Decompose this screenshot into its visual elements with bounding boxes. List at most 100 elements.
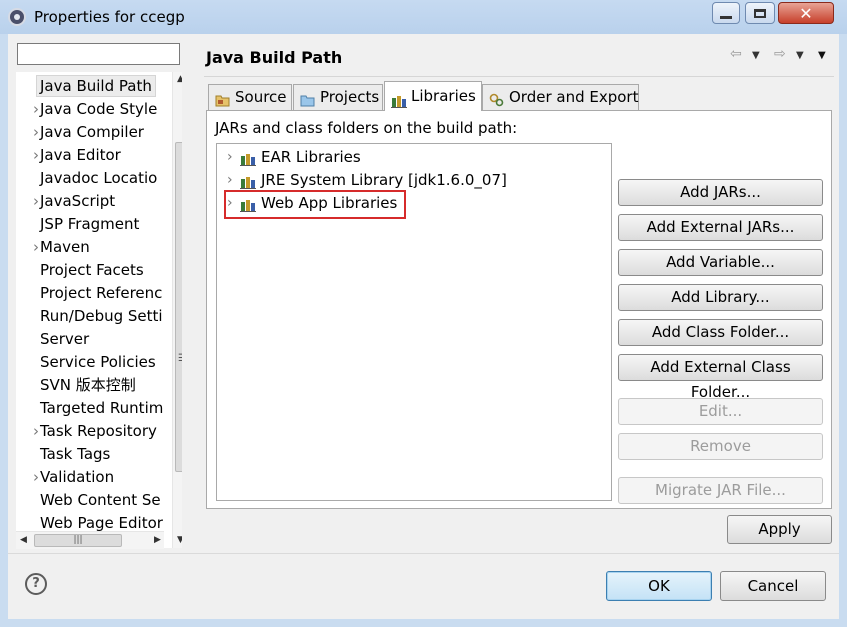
title-bar: Properties for ccegp ✕ [0,0,847,34]
tab-label: Libraries [411,87,476,105]
nav-item-label: Task Repository [40,422,157,440]
footer-divider [8,553,839,554]
tree-horizontal-scrollbar[interactable]: ◀ ||| ▶ [16,531,164,549]
libraries-tree: › EAR Libraries › JRE System Library [jdk1.… [216,143,612,501]
grip-icon: ☰ [178,353,182,364]
tab-label: Projects [320,88,380,106]
remove-button[interactable]: Remove [618,433,823,460]
nav-item-label: Java Compiler [40,123,144,141]
projects-folder-icon [300,90,315,107]
back-menu-icon[interactable]: ▼ [752,50,760,61]
expand-arrow-icon[interactable]: › [227,146,233,168]
nav-item[interactable]: JSP Fragment [16,213,172,235]
nav-item-label: JSP Fragment [40,215,140,233]
nav-item[interactable]: Project Referenc [16,282,172,304]
scroll-right-arrow-icon[interactable]: ▶ [154,535,161,545]
nav-item-label: Java Build Path [36,75,156,97]
nav-item-label: Java Code Style [40,100,158,118]
close-button[interactable]: ✕ [778,2,834,24]
page-navigation: ⇦ ▼ ⇨ ▼ ▼ [730,46,830,66]
horizontal-scroll-thumb[interactable]: ||| [34,534,122,547]
nav-item[interactable]: › Maven [16,236,172,258]
view-menu-icon[interactable]: ▼ [818,50,826,61]
add-variable-button[interactable]: Add Variable... [618,249,823,276]
edit-button[interactable]: Edit... [618,398,823,425]
nav-item-label: Server [40,330,90,348]
tab-source[interactable]: Source [208,84,292,110]
minimize-icon [713,3,739,23]
cancel-button[interactable]: Cancel [720,571,826,601]
order-export-icon [489,90,504,107]
forward-menu-icon[interactable]: ▼ [796,50,804,61]
scroll-left-arrow-icon[interactable]: ◀ [20,535,27,545]
nav-item-label: Project Referenc [40,284,163,302]
scroll-thumb[interactable]: ☰ [175,142,182,472]
nav-item[interactable]: Targeted Runtim [16,397,172,419]
tab-projects[interactable]: Projects [293,84,383,110]
library-item[interactable]: › EAR Libraries [217,146,607,168]
library-item[interactable]: › JRE System Library [jdk1.6.0_07] [217,169,607,191]
source-folder-icon [215,90,230,107]
nav-item[interactable]: Web Content Se [16,489,172,511]
filter-input[interactable] [17,43,180,65]
forward-arrow-icon[interactable]: ⇨ [774,46,786,62]
add-external-class-folder-button[interactable]: Add External Class Folder... [618,354,823,401]
minimize-button[interactable] [712,2,740,24]
nav-item[interactable]: Run/Debug Setti [16,305,172,327]
nav-item[interactable]: › Java Code Style [16,98,172,120]
add-class-folder-button[interactable]: Add Class Folder... [618,319,823,346]
nav-item-label: Validation [40,468,115,486]
nav-item-label: Run/Debug Setti [40,307,163,325]
library-label: EAR Libraries [261,148,361,166]
libraries-tab-panel: JARs and class folders on the build path… [206,110,832,509]
nav-item[interactable]: › Validation [16,466,172,488]
highlight-annotation [224,190,406,219]
nav-item[interactable]: Server [16,328,172,350]
add-library-button[interactable]: Add Library... [618,284,823,311]
nav-item-label: Targeted Runtim [40,399,164,417]
migrate-jar-file-button[interactable]: Migrate JAR File... [618,477,823,504]
eclipse-icon [8,8,26,26]
nav-item[interactable]: › Java Compiler [16,121,172,143]
library-icon [240,150,256,166]
nav-item[interactable]: Service Policies [16,351,172,373]
nav-item-label: Web Content Se [40,491,161,509]
nav-item-label: Javadoc Locatio [40,169,158,187]
nav-item-label: JavaScript [40,192,116,210]
tab-order-and-export[interactable]: Order and Export [482,84,639,110]
nav-item[interactable]: › JavaScript [16,190,172,212]
page-title: Java Build Path [206,48,343,67]
libraries-icon [391,89,407,108]
scroll-up-arrow-icon[interactable]: ▲ [177,74,182,84]
tab-label: Order and Export [509,88,639,106]
expand-arrow-icon[interactable]: › [227,169,233,191]
library-icon [240,173,256,189]
nav-item[interactable]: Project Facets [16,259,172,281]
nav-item[interactable]: › Task Repository [16,420,172,442]
tree-vertical-scrollbar[interactable]: ▲ ☰ ▼ [172,72,182,548]
add-jars-button[interactable]: Add JARs... [618,179,823,206]
apply-button[interactable]: Apply [727,515,832,544]
dialog-body: Java Build Path › Java Code Style › Java Com… [8,34,839,619]
nav-item[interactable]: › Java Editor [16,144,172,166]
help-icon[interactable]: ? [25,573,47,595]
preference-tree: Java Build Path › Java Code Style › Java Com… [16,72,182,548]
library-label: JRE System Library [jdk1.6.0_07] [261,171,507,189]
back-arrow-icon[interactable]: ⇦ [730,46,742,62]
build-path-label: JARs and class folders on the build path… [215,119,518,137]
maximize-icon [746,3,774,23]
nav-item[interactable]: Java Build Path [16,75,172,97]
tab-libraries[interactable]: Libraries [384,81,482,111]
header-divider [204,76,834,77]
scroll-down-arrow-icon[interactable]: ▼ [177,535,182,545]
nav-item-label: Project Facets [40,261,144,279]
nav-item-label: Java Editor [40,146,121,164]
nav-item[interactable]: Javadoc Locatio [16,167,172,189]
nav-item-label: Service Policies [40,353,156,371]
add-external-jars-button[interactable]: Add External JARs... [618,214,823,241]
tab-label: Source [235,88,287,106]
nav-item[interactable]: Task Tags [16,443,172,465]
ok-button[interactable]: OK [606,571,712,601]
nav-item[interactable]: SVN 版本控制 [16,374,172,396]
maximize-button[interactable] [745,2,775,24]
